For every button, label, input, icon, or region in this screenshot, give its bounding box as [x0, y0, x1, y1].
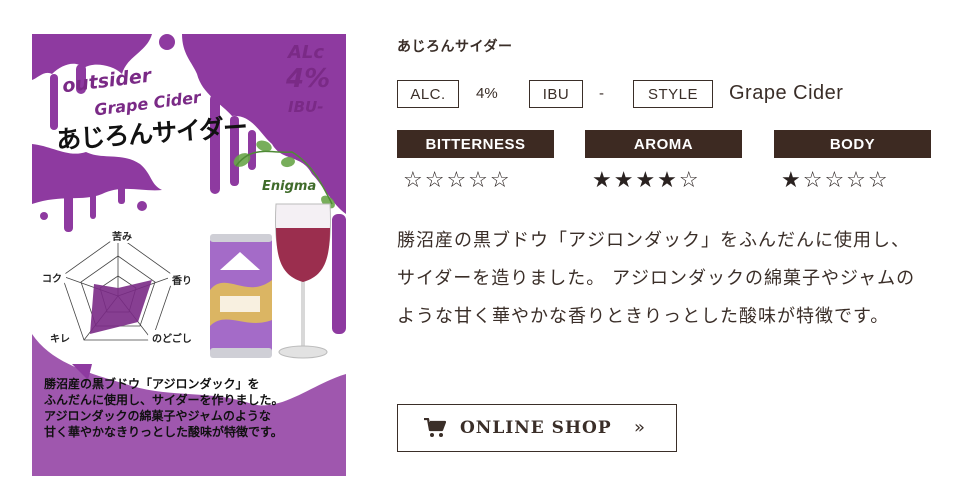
spec-alc-value: 4%: [476, 85, 498, 102]
product-image: outsider Grape Cider あじろんサイダー ALc 4% IBU…: [32, 34, 346, 476]
cart-icon: [424, 418, 446, 437]
rating-header-body: BODY: [774, 130, 931, 158]
rating-stars-body: ★☆☆☆☆: [781, 168, 890, 193]
rating-stars-aroma: ★★★★☆: [592, 168, 701, 193]
product-title: あじろんサイダー: [397, 39, 513, 55]
product-description: 勝沼産の黒ブドウ「アジロンダック」をふんだんに使用し、サイダーを造りました。 ア…: [397, 230, 916, 327]
radar-label-throat: のどごし: [148, 330, 196, 345]
image-enigma: Enigma: [262, 179, 317, 194]
rating-header-bitterness: BITTERNESS: [397, 130, 554, 158]
spec-alc-label: ALC.: [397, 80, 459, 108]
can-graphic: [210, 234, 272, 358]
spec-style-label: STYLE: [633, 80, 713, 108]
spec-style-value: Grape Cider: [729, 82, 844, 104]
image-alc-label: ALc: [288, 42, 325, 63]
online-shop-label: ONLINE SHOP: [460, 418, 612, 438]
radar-label-bitter: 苦み: [108, 228, 136, 243]
radar-label-body: コク: [38, 270, 66, 285]
rating-header-aroma: AROMA: [585, 130, 742, 158]
online-shop-button[interactable]: ONLINE SHOP »: [397, 404, 677, 452]
spec-ibu-label: IBU: [529, 80, 583, 108]
wine-glass-graphic: [274, 203, 332, 359]
spec-ibu-value: -: [599, 85, 604, 102]
double-chevron-right-icon: »: [634, 417, 646, 438]
image-description: 勝沼産の黒ブドウ「アジロンダック」を ふんだんに使用し、サイダーを作りました。 …: [44, 377, 284, 439]
radar-label-sharpness: キレ: [46, 330, 74, 345]
rating-stars-bitterness: ☆☆☆☆☆: [403, 168, 512, 193]
radar-label-aroma: 香り: [168, 272, 196, 287]
image-ibu-label: IBU-: [288, 98, 324, 116]
image-alc-value: 4%: [286, 64, 331, 94]
